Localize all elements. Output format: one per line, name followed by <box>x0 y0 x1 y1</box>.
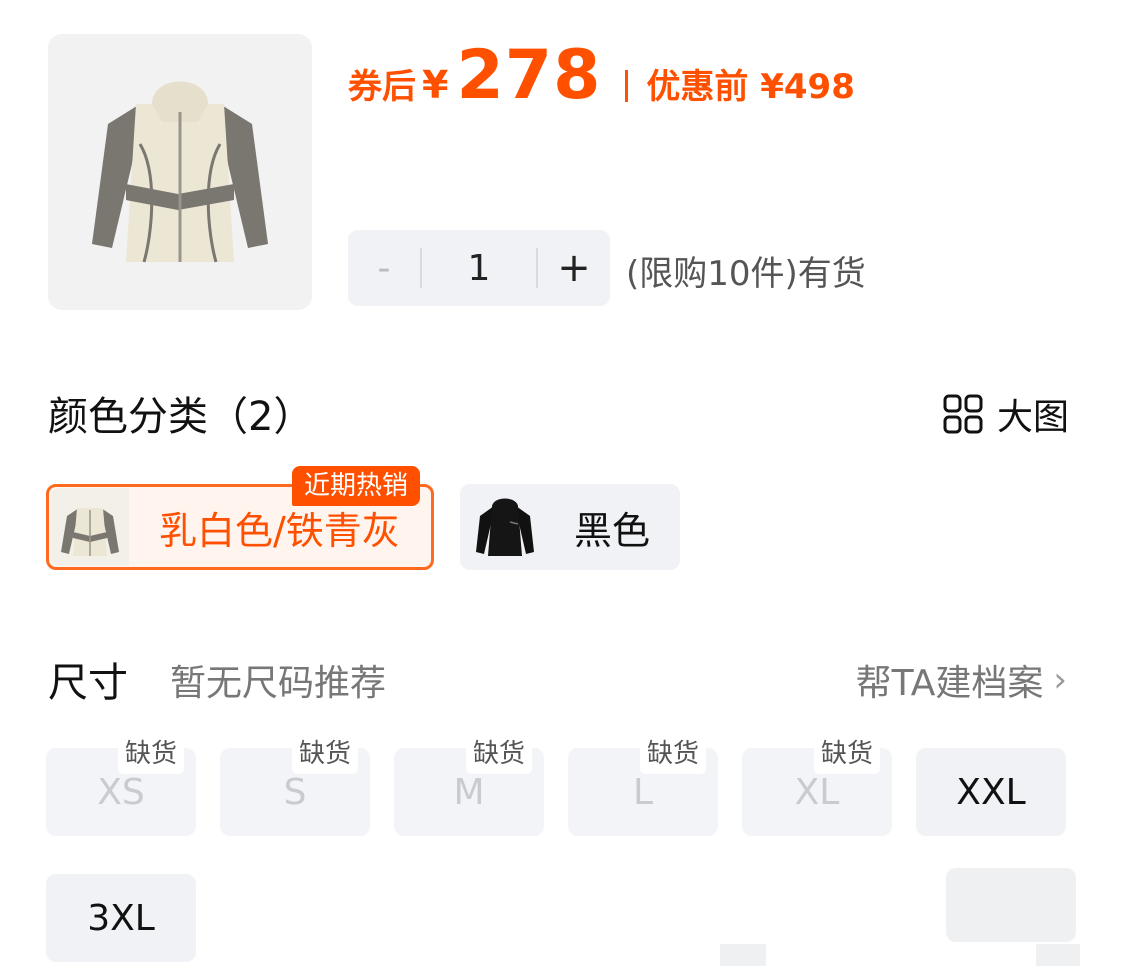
size-option-xxl[interactable]: XXL <box>916 748 1066 836</box>
color-thumb-cream <box>51 488 129 566</box>
big-view-label: 大图 <box>996 397 1069 438</box>
quantity-input[interactable]: 1 <box>422 248 536 289</box>
stock-note: (限购10件)有货 <box>626 254 866 294</box>
size-option-3xl[interactable]: 3XL <box>46 874 196 962</box>
color-option-label: 乳白色/铁青灰 <box>159 508 400 553</box>
price-value: 278 <box>456 36 602 115</box>
size-label: XXL <box>956 771 1026 813</box>
price-after-coupon-label: 券后 <box>348 67 416 107</box>
size-label: XL <box>794 771 840 813</box>
color-thumb-black <box>466 488 544 566</box>
product-image[interactable] <box>48 34 312 310</box>
color-option-label: 黑色 <box>574 508 651 553</box>
size-label: L <box>632 771 654 813</box>
hot-sale-badge: 近期热销 <box>292 466 421 506</box>
create-profile-label: 帮TA建档案 <box>855 663 1044 704</box>
increment-button[interactable]: + <box>538 245 610 291</box>
original-price: 优惠前 ¥498 <box>646 67 855 107</box>
out-of-stock-badge: 缺货 <box>814 734 880 774</box>
big-view-button[interactable]: 大图 <box>943 388 1069 440</box>
size-label: XS <box>97 771 145 813</box>
price-divider <box>625 70 629 102</box>
price-row: 券后 ¥ 278 优惠前 ¥498 <box>348 36 855 116</box>
grid-icon <box>943 394 983 434</box>
watermark-blur <box>720 944 766 966</box>
watermark-blur <box>1036 944 1080 966</box>
out-of-stock-badge: 缺货 <box>466 734 532 774</box>
out-of-stock-badge: 缺货 <box>118 734 184 774</box>
create-profile-link[interactable]: 帮TA建档案 › <box>856 654 1067 706</box>
decrement-button[interactable]: - <box>348 248 420 289</box>
color-option-black[interactable]: 黑色 <box>460 484 680 570</box>
watermark-blur <box>946 868 1076 942</box>
size-recommendation-hint: 暂无尺码推荐 <box>170 663 387 704</box>
quantity-stepper: - 1 + <box>348 230 610 306</box>
chevron-right-icon: › <box>1053 660 1067 700</box>
size-label: M <box>453 771 485 813</box>
size-label: 3XL <box>87 897 155 939</box>
size-section-title: 尺寸 <box>48 660 128 706</box>
color-section-title: 颜色分类（2） <box>48 394 314 440</box>
jacket-image <box>92 81 268 263</box>
out-of-stock-badge: 缺货 <box>292 734 358 774</box>
size-label: S <box>283 771 307 813</box>
currency-symbol: ¥ <box>422 63 449 107</box>
out-of-stock-badge: 缺货 <box>640 734 706 774</box>
